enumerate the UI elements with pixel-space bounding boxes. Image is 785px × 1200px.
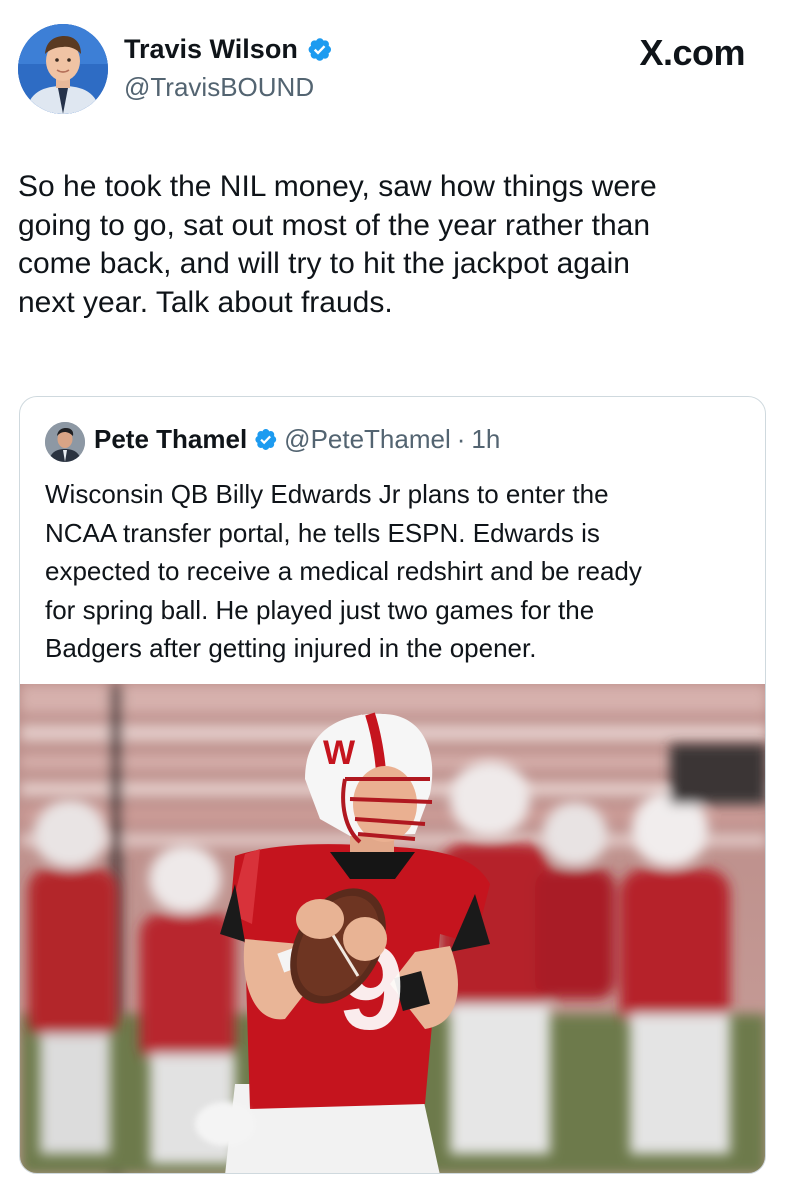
verified-badge-icon (255, 429, 277, 450)
author-handle[interactable]: @TravisBOUND (124, 72, 314, 103)
quoted-author-avatar[interactable] (45, 422, 85, 462)
author-name-row[interactable]: Travis Wilson (124, 34, 333, 65)
quoted-text-line: Badgers after getting injured in the ope… (45, 633, 537, 663)
verified-badge-icon (308, 38, 331, 61)
author-avatar[interactable] (18, 24, 108, 114)
quoted-text-line: for spring ball. He played just two game… (45, 594, 595, 625)
quoted-tweet-header: Pete Thamel @PeteThamel · 1h (94, 424, 500, 455)
quoted-text-line: expected to receive a medical redshirt a… (45, 556, 642, 586)
x-brand-label: X.com (639, 32, 745, 73)
tweet-text-line: next year. Talk about frauds. (18, 285, 393, 319)
author-portrait-image (18, 24, 108, 114)
author-name[interactable]: Travis Wilson (124, 34, 298, 65)
tweet-text-line: come back, and will try to hit the jackp… (18, 247, 630, 280)
quoted-author-handle[interactable]: @PeteThamel (284, 424, 451, 455)
tweet-text: So he took the NIL money, saw how things… (18, 168, 768, 322)
tweet-text-line: going to go, sat out most of the year ra… (18, 208, 651, 242)
quoted-author-portrait-image (45, 422, 85, 462)
separator-dot: · (456, 424, 466, 454)
tweet-text-line: So he took the NIL money, saw how things… (18, 170, 657, 203)
quoted-text-line: NCAA transfer portal, he tells ESPN. Edw… (45, 517, 600, 548)
quarterback-photo[interactable]: 9 W (20, 684, 766, 1174)
quoted-tweet-text: Wisconsin QB Billy Edwards Jr plans to e… (45, 475, 745, 668)
quoted-tweet-card[interactable]: Pete Thamel @PeteThamel · 1h Wisconsin Q… (19, 396, 766, 1174)
quoted-tweet-timestamp[interactable]: 1h (471, 424, 500, 455)
helmet-logo-icon: W (323, 734, 356, 772)
quoted-author-name[interactable]: Pete Thamel (94, 424, 247, 455)
quoted-text-line: Wisconsin QB Billy Edwards Jr plans to e… (45, 479, 609, 509)
